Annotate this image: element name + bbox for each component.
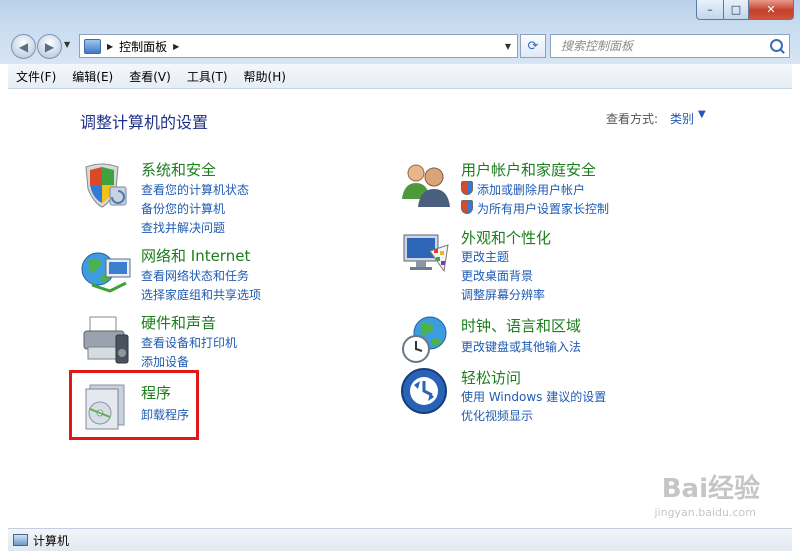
back-arrow-icon: ◀	[18, 39, 29, 54]
menu-file[interactable]: 文件(F)	[8, 68, 64, 85]
programs-highlight-box	[69, 370, 199, 440]
view-by-dropdown[interactable]: 类别	[670, 110, 694, 127]
category-ease-of-access[interactable]: 轻松访问	[461, 367, 521, 388]
link-change-theme[interactable]: 更改主题	[461, 248, 509, 265]
breadcrumb-arrow-icon[interactable]: ▶	[173, 42, 179, 51]
forward-button[interactable]: ▶	[37, 34, 62, 59]
clock-globe-icon[interactable]	[400, 313, 452, 365]
printer-icon[interactable]	[80, 313, 132, 365]
caption-buttons: – □ ✕	[696, 0, 794, 20]
breadcrumb-arrow-icon[interactable]: ▶	[107, 42, 113, 51]
status-text: 计算机	[33, 533, 70, 548]
page-title: 调整计算机的设置	[80, 113, 209, 132]
control-panel-window: – □ ✕ ◀ ▶ ▼ ▶ 控制面板 ▶ ▼ ⟳ 文件(F) 编辑(E) 查看(…	[0, 0, 800, 558]
link-optimize-video[interactable]: 优化视频显示	[461, 407, 533, 424]
link-view-computer-status[interactable]: 查看您的计算机状态	[141, 181, 249, 198]
address-dropdown-icon[interactable]: ▼	[505, 42, 511, 51]
category-clock-language-region[interactable]: 时钟、语言和区域	[461, 315, 581, 336]
link-change-input-method[interactable]: 更改键盘或其他输入法	[461, 338, 581, 355]
link-troubleshoot[interactable]: 查找并解决问题	[141, 219, 225, 236]
category-system-security[interactable]: 系统和安全	[141, 159, 216, 180]
link-homegroup-sharing[interactable]: 选择家庭组和共享选项	[141, 286, 261, 303]
menu-edit[interactable]: 编辑(E)	[64, 68, 121, 85]
monitor-palette-icon[interactable]	[400, 231, 452, 277]
search-box[interactable]	[550, 34, 790, 58]
view-by-label: 查看方式:	[606, 112, 659, 126]
menu-tools[interactable]: 工具(T)	[179, 68, 236, 85]
link-desktop-background[interactable]: 更改桌面背景	[461, 267, 533, 284]
view-by-arrow-icon[interactable]: ▼	[698, 109, 706, 120]
watermark-logo: Bai经验	[661, 474, 760, 504]
link-parental-controls[interactable]: 为所有用户设置家长控制	[477, 200, 609, 217]
users-icon[interactable]	[400, 159, 452, 209]
search-icon[interactable]	[770, 38, 783, 52]
maximize-button[interactable]: □	[724, 0, 749, 20]
refresh-button[interactable]: ⟳	[520, 34, 546, 58]
address-bar[interactable]: ▶ 控制面板 ▶ ▼	[79, 34, 518, 58]
search-input[interactable]	[559, 38, 763, 54]
category-network-internet[interactable]: 网络和 Internet	[141, 245, 250, 266]
uac-shield-icon	[461, 181, 473, 195]
content-area: 调整计算机的设置 查看方式: 类别 ▼ 系统和安全 查看您的计算机状态 备份您的…	[8, 89, 792, 527]
control-panel-icon	[84, 38, 101, 54]
link-add-device[interactable]: 添加设备	[141, 353, 189, 370]
recent-pages-dropdown-icon[interactable]: ▼	[64, 40, 70, 49]
link-network-status[interactable]: 查看网络状态和任务	[141, 267, 249, 284]
menu-help[interactable]: 帮助(H)	[236, 68, 294, 85]
category-appearance[interactable]: 外观和个性化	[461, 227, 551, 248]
breadcrumb-control-panel[interactable]: 控制面板	[119, 38, 167, 55]
forward-arrow-icon: ▶	[44, 39, 55, 54]
category-hardware-sound[interactable]: 硬件和声音	[141, 312, 216, 333]
menu-view[interactable]: 查看(V)	[121, 68, 179, 85]
shield-icon[interactable]	[80, 159, 130, 209]
link-devices-printers[interactable]: 查看设备和打印机	[141, 334, 237, 351]
minimize-button[interactable]: –	[696, 0, 724, 20]
close-button[interactable]: ✕	[749, 0, 794, 20]
link-backup-computer[interactable]: 备份您的计算机	[141, 200, 225, 217]
back-button[interactable]: ◀	[11, 34, 36, 59]
link-windows-recommended-settings[interactable]: 使用 Windows 建议的设置	[461, 388, 606, 405]
uac-shield-icon	[461, 200, 473, 214]
status-bar: 计算机	[8, 528, 792, 551]
watermark-url: jingyan.baidu.com	[654, 506, 756, 519]
globe-network-icon[interactable]	[80, 247, 132, 295]
menu-bar: 文件(F) 编辑(E) 查看(V) 工具(T) 帮助(H)	[8, 64, 792, 89]
refresh-icon: ⟳	[527, 38, 539, 54]
ease-of-access-icon[interactable]	[400, 367, 450, 417]
title-bar: – □ ✕ ◀ ▶ ▼ ▶ 控制面板 ▶ ▼ ⟳	[0, 0, 800, 64]
computer-icon	[13, 534, 28, 546]
category-user-accounts[interactable]: 用户帐户和家庭安全	[461, 159, 596, 180]
link-add-remove-users[interactable]: 添加或删除用户帐户	[477, 181, 585, 198]
link-screen-resolution[interactable]: 调整屏幕分辨率	[461, 286, 545, 303]
